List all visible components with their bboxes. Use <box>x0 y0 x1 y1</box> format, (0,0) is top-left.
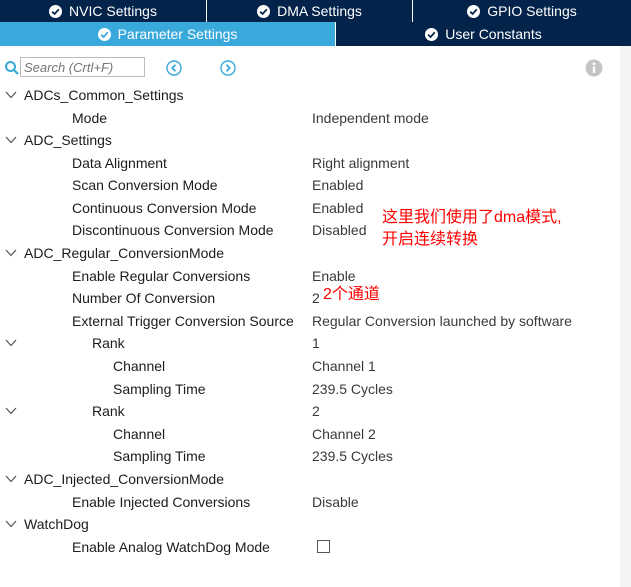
search-toolbar <box>0 54 631 82</box>
tree-group-adcs-common-settings[interactable]: ADCs_Common_Settings <box>0 84 631 106</box>
chevron-down-icon[interactable] <box>5 474 17 484</box>
tree-group-rank-1[interactable]: Rank 1 <box>0 332 631 354</box>
tree-value[interactable]: Disable <box>312 494 359 510</box>
tree-row-sampling-time[interactable]: Sampling Time 239.5 Cycles <box>0 445 631 467</box>
tree-label: Discontinuous Conversion Mode <box>72 222 274 238</box>
tree-row-sampling-time[interactable]: Sampling Time 239.5 Cycles <box>0 378 631 400</box>
check-circle-icon <box>425 27 439 41</box>
top-tab-row: NVIC Settings DMA Settings GPIO Settings <box>0 0 631 22</box>
tree-value[interactable]: Disabled <box>312 222 366 238</box>
tree-group-adc-injected-conversionmode[interactable]: ADC_Injected_ConversionMode <box>0 468 631 490</box>
tree-value[interactable]: 239.5 Cycles <box>312 381 393 397</box>
tree-row-scan-conversion-mode[interactable]: Scan Conversion Mode Enabled <box>0 174 631 196</box>
tree-value[interactable]: 2 <box>312 290 320 306</box>
tab-label: User Constants <box>445 26 542 42</box>
tree-label: Rank <box>92 335 125 351</box>
tree-row-number-of-conversion[interactable]: Number Of Conversion 2 <box>0 287 631 309</box>
tree-label: Number Of Conversion <box>72 290 216 306</box>
check-circle-icon <box>467 4 481 18</box>
tree-group-adc-regular-conversionmode[interactable]: ADC_Regular_ConversionMode <box>0 242 631 264</box>
tree-value[interactable]: 239.5 Cycles <box>312 448 393 464</box>
tree-label: ADC_Injected_ConversionMode <box>24 471 224 487</box>
tree-label: WatchDog <box>24 516 89 532</box>
tree-value[interactable]: Right alignment <box>312 155 409 171</box>
tree-row-channel[interactable]: Channel Channel 1 <box>0 355 631 377</box>
check-circle-icon <box>49 4 63 18</box>
chevron-down-icon[interactable] <box>5 90 17 100</box>
tab-label: GPIO Settings <box>487 3 577 19</box>
info-icon[interactable] <box>585 59 603 77</box>
tree-label: Enable Injected Conversions <box>72 494 251 510</box>
check-circle-icon <box>97 27 111 41</box>
tree-row-data-alignment[interactable]: Data Alignment Right alignment <box>0 152 631 174</box>
search-icon[interactable] <box>4 60 20 76</box>
chevron-down-icon[interactable] <box>5 338 17 348</box>
tab-nvic-settings[interactable]: NVIC Settings <box>0 0 206 22</box>
tree-label: Rank <box>92 403 125 419</box>
second-tab-row: Parameter Settings User Constants <box>0 22 631 46</box>
channels-annotation: 2个通道 <box>323 286 380 303</box>
next-result-button[interactable] <box>220 60 236 76</box>
tree-row-enable-injected-conversions[interactable]: Enable Injected Conversions Disable <box>0 491 631 513</box>
tree-label: Scan Conversion Mode <box>72 177 218 193</box>
tree-value[interactable]: Enabled <box>312 177 363 193</box>
vertical-scrollbar[interactable] <box>620 46 631 587</box>
tree-row-channel[interactable]: Channel Channel 2 <box>0 423 631 445</box>
tree-label: External Trigger Conversion Source <box>72 313 294 329</box>
tree-value[interactable]: Channel 1 <box>312 358 376 374</box>
tree-value[interactable]: Channel 2 <box>312 426 376 442</box>
tree-row-enable-analog-watchdog-mode[interactable]: Enable Analog WatchDog Mode <box>0 536 631 558</box>
tree-label: ADC_Settings <box>24 132 112 148</box>
tree-label: ADC_Regular_ConversionMode <box>24 245 224 261</box>
tree-value: 1 <box>312 335 320 351</box>
chevron-down-icon[interactable] <box>5 406 17 416</box>
tab-label: Parameter Settings <box>117 26 238 42</box>
tree-label: ADCs_Common_Settings <box>24 87 184 103</box>
tree-label: Sampling Time <box>113 448 206 464</box>
tree-label: Enable Regular Conversions <box>72 268 251 284</box>
chevron-down-icon[interactable] <box>5 519 17 529</box>
tab-label: NVIC Settings <box>69 3 157 19</box>
tree-label: Sampling Time <box>113 381 206 397</box>
tree-label: Channel <box>113 426 166 442</box>
tree-label: Mode <box>72 110 108 126</box>
tree-row-enable-regular-conversions[interactable]: Enable Regular Conversions Enable <box>0 265 631 287</box>
tree-row-mode[interactable]: Mode Independent mode <box>0 107 631 129</box>
dma-mode-annotation-line2: 开启连续转换 <box>382 231 479 248</box>
tree-value[interactable]: Regular Conversion launched by software <box>312 313 572 329</box>
tree-group-watchdog[interactable]: WatchDog <box>0 513 631 535</box>
tab-parameter-settings[interactable]: Parameter Settings <box>0 22 335 46</box>
tree-row-external-trigger-conversion-source[interactable]: External Trigger Conversion Source Regul… <box>0 310 631 332</box>
tree-value[interactable]: Enabled <box>312 200 363 216</box>
tree-group-rank-2[interactable]: Rank 2 <box>0 400 631 422</box>
dma-mode-annotation-line1: 这里我们使用了dma模式, <box>382 209 562 226</box>
chevron-down-icon[interactable] <box>5 135 17 145</box>
check-circle-icon <box>257 4 271 18</box>
tab-dma-settings[interactable]: DMA Settings <box>206 0 412 22</box>
tab-gpio-settings[interactable]: GPIO Settings <box>412 0 631 22</box>
tab-label: DMA Settings <box>277 3 362 19</box>
tree-value[interactable]: Independent mode <box>312 110 429 126</box>
analog-watchdog-checkbox[interactable] <box>317 540 330 553</box>
tab-user-constants[interactable]: User Constants <box>335 22 631 46</box>
tree-label: Data Alignment <box>72 155 167 171</box>
tree-label: Continuous Conversion Mode <box>72 200 257 216</box>
chevron-down-icon[interactable] <box>5 248 17 258</box>
tree-value: 2 <box>312 403 320 419</box>
tree-group-adc-settings[interactable]: ADC_Settings <box>0 129 631 151</box>
tree-label: Enable Analog WatchDog Mode <box>72 539 270 555</box>
tree-label: Channel <box>113 358 166 374</box>
search-input[interactable] <box>20 57 145 77</box>
previous-result-button[interactable] <box>166 60 182 76</box>
